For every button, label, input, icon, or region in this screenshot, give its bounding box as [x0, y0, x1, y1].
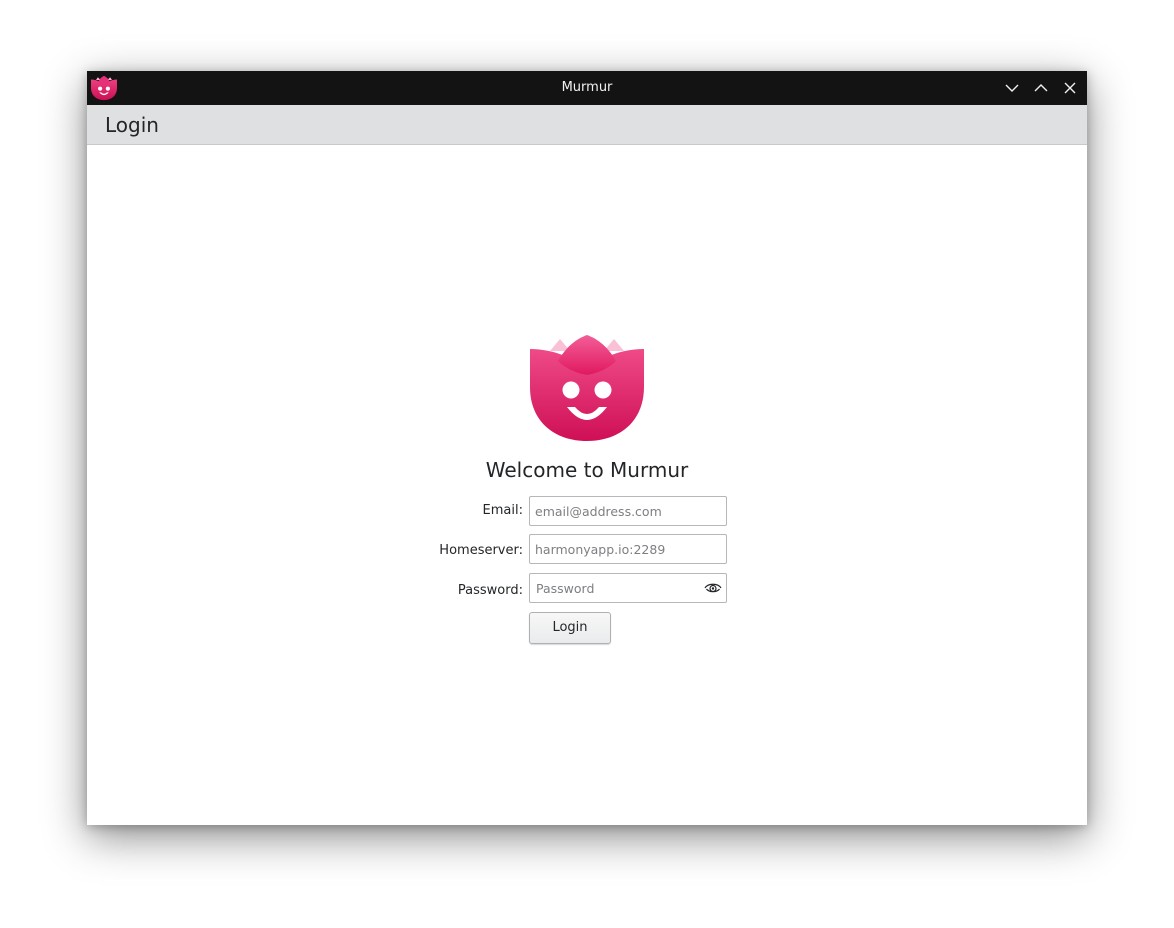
page-header: Login — [87, 105, 1087, 145]
title-bar: Murmur — [87, 71, 1087, 105]
email-field[interactable] — [529, 496, 727, 526]
chevron-down-icon — [1005, 84, 1019, 92]
chevron-up-icon — [1034, 84, 1048, 92]
page-title: Login — [105, 113, 159, 137]
email-label: Email: — [482, 503, 523, 518]
password-field[interactable] — [529, 573, 727, 603]
tulip-smiley-icon — [530, 335, 644, 441]
login-button[interactable]: Login — [529, 612, 611, 644]
eye-icon[interactable] — [704, 580, 722, 596]
close-icon — [1064, 82, 1076, 94]
homeserver-label: Homeserver: — [439, 543, 523, 558]
password-field-group — [529, 573, 727, 603]
homeserver-field[interactable] — [529, 534, 727, 564]
password-label: Password: — [457, 583, 523, 598]
welcome-heading: Welcome to Murmur — [485, 458, 689, 482]
window-title: Murmur — [561, 80, 613, 95]
minimize-button[interactable] — [1000, 76, 1024, 100]
app-window: Murmur Login Welcome to Murmur Email: em… — [87, 71, 1087, 825]
maximize-button[interactable] — [1029, 76, 1053, 100]
close-button[interactable] — [1058, 76, 1082, 100]
